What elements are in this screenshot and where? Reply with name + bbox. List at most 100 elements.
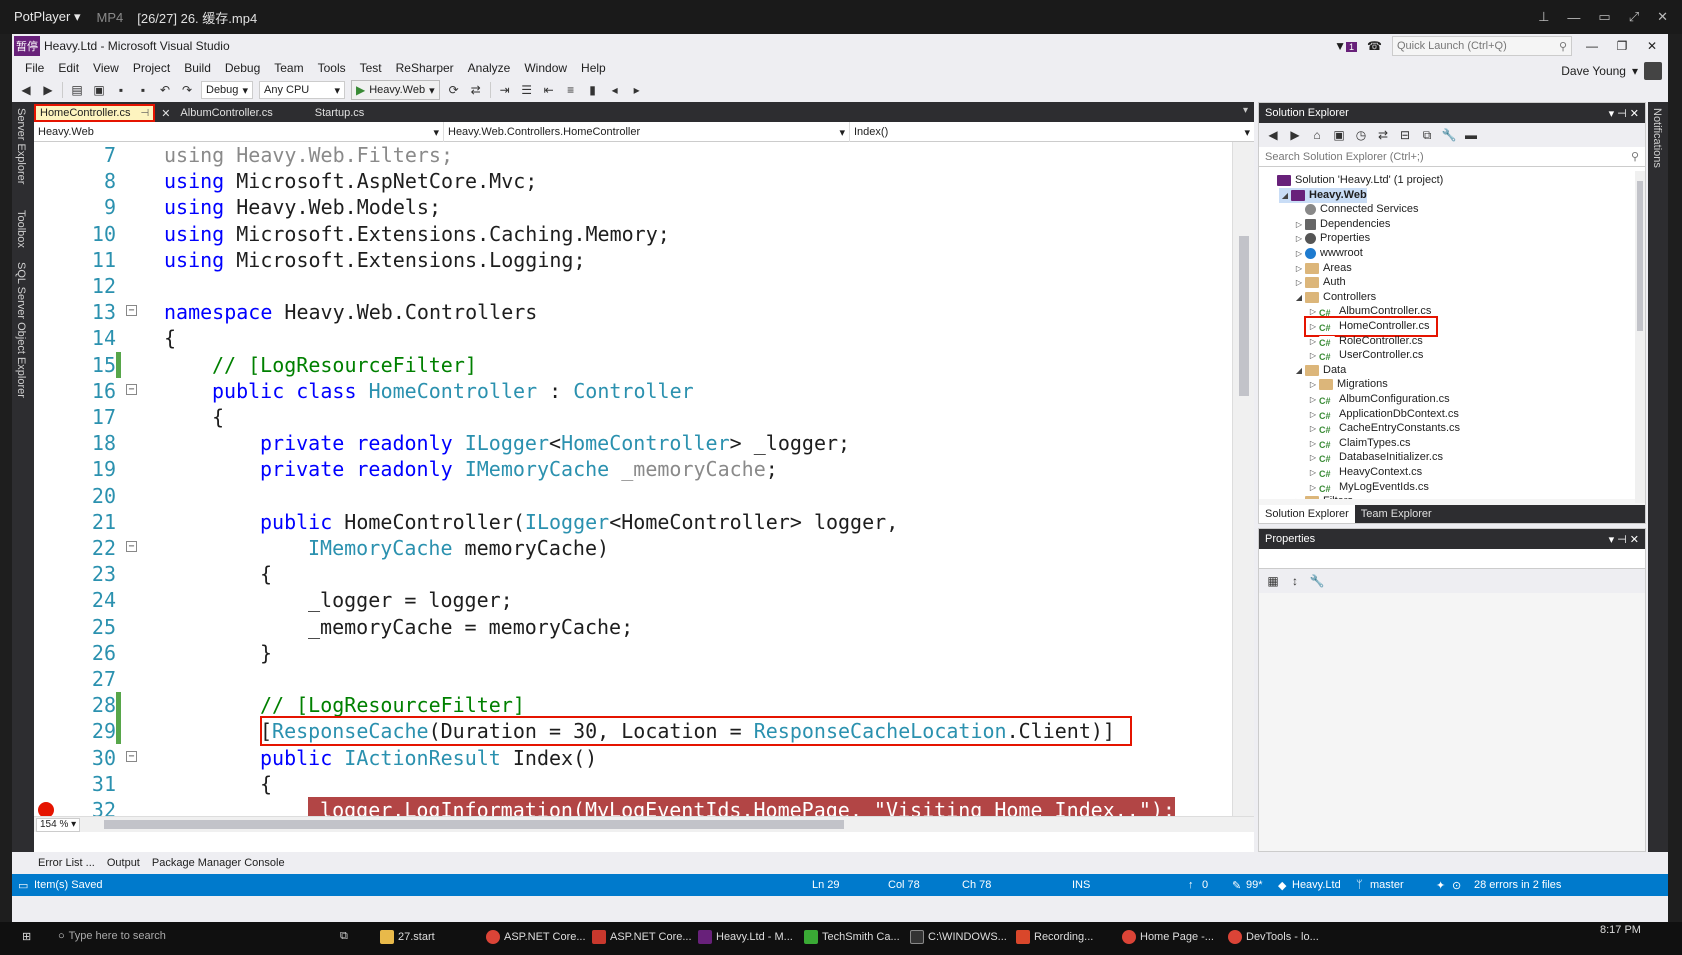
status-repo[interactable]: Heavy.Ltd xyxy=(1292,879,1341,891)
tree-item[interactable]: ▷ C# ClaimTypes.cs xyxy=(1307,436,1411,451)
tree-item[interactable]: ▷ wwwroot xyxy=(1293,246,1363,261)
type-select[interactable]: Heavy.Web.Controllers.HomeController ▾ xyxy=(444,122,850,142)
tree-item[interactable]: ▷ C# CacheEntryConstants.cs xyxy=(1307,421,1460,436)
bookmark-icon[interactable]: ▮ xyxy=(585,82,601,98)
tab-error-list[interactable]: Error List ... xyxy=(38,857,95,869)
bookmark-prev-icon[interactable]: ◂ xyxy=(607,82,623,98)
solution-explorer-search[interactable]: Search Solution Explorer (Ctrl+;) ⚲ xyxy=(1259,147,1645,167)
tree-item[interactable]: ▷ C# UserController.cs xyxy=(1307,348,1423,363)
pin-icon[interactable]: ⊣ xyxy=(140,108,149,119)
switch-views-icon[interactable]: ▣ xyxy=(1331,127,1347,143)
tree-item[interactable]: ▷ C# HomeController.cs xyxy=(1303,316,1439,337)
property-pages-icon[interactable]: 🔧 xyxy=(1309,573,1325,589)
tree-item[interactable]: ▷ Properties xyxy=(1293,231,1370,246)
collapsed-arrow-icon[interactable]: ▷ xyxy=(1307,377,1319,392)
sync-icon[interactable]: ⇄ xyxy=(1375,127,1391,143)
vertical-scrollbar[interactable] xyxy=(1232,142,1254,816)
taskbar-app-chrome-2[interactable]: Home Page -... xyxy=(1122,930,1214,944)
tree-item[interactable]: ▷ C# DatabaseInitializer.cs xyxy=(1307,450,1443,465)
tab-notifications[interactable]: Notifications xyxy=(1651,108,1663,168)
code-line[interactable]: 24 _logger = logger; xyxy=(34,587,1232,613)
forward-icon[interactable]: ▶ xyxy=(1287,127,1303,143)
taskbar-app-devtools[interactable]: DevTools - lo... xyxy=(1228,930,1319,944)
collapse-all-icon[interactable]: ⊟ xyxy=(1397,127,1413,143)
taskbar-app-recording[interactable]: Recording... xyxy=(1016,930,1093,944)
save-all-icon[interactable]: ▪ xyxy=(135,82,151,98)
close-icon[interactable]: ✕ xyxy=(1642,39,1662,53)
task-view-icon[interactable]: ⧉ xyxy=(340,930,348,943)
collapsed-arrow-icon[interactable]: ▷ xyxy=(1293,231,1305,246)
code-line[interactable]: 32 _logger.LogInformation(MyLogEventIds.H… xyxy=(34,797,1232,816)
tree-item[interactable]: ▷ C# HeavyContext.cs xyxy=(1307,465,1422,480)
taskbar-app-camtasia[interactable]: TechSmith Ca... xyxy=(804,930,900,944)
tree-item[interactable]: ▷ Filters xyxy=(1293,494,1353,499)
quick-launch-input[interactable]: Quick Launch (Ctrl+Q) ⚲ xyxy=(1392,36,1572,56)
scrollbar-thumb[interactable] xyxy=(104,820,844,829)
vertical-scrollbar[interactable] xyxy=(1635,171,1645,503)
code-line[interactable]: 9 using Heavy.Web.Models; xyxy=(34,194,1232,220)
code-line[interactable]: 16− public class HomeController : Control… xyxy=(34,378,1232,404)
pencil-icon[interactable]: ✎ xyxy=(1232,879,1241,892)
tab-server-explorer[interactable]: Server Explorer xyxy=(15,108,27,184)
tab-output[interactable]: Output xyxy=(107,857,140,869)
code-line[interactable]: 28 // [LogResourceFilter] xyxy=(34,692,1232,719)
collapsed-arrow-icon[interactable]: ▷ xyxy=(1293,246,1305,261)
refresh-icon[interactable]: ⟳ xyxy=(446,82,462,98)
close-icon[interactable]: ✕ xyxy=(1657,9,1668,25)
taskbar-app-chrome-1[interactable]: ASP.NET Core... xyxy=(486,930,586,944)
member-select[interactable]: Index() ▾ xyxy=(850,122,1254,142)
code-line[interactable]: 30− public IActionResult Index() xyxy=(34,745,1232,771)
collapsed-arrow-icon[interactable]: ▷ xyxy=(1293,261,1305,276)
code-text-area[interactable]: 7 using Heavy.Web.Filters; 8 using Microsof… xyxy=(34,142,1232,816)
menu-project[interactable]: Project xyxy=(126,61,177,75)
undo-icon[interactable]: ↶ xyxy=(157,82,173,98)
preview-icon[interactable]: ▬ xyxy=(1463,127,1479,143)
categorized-icon[interactable]: ▦ xyxy=(1265,573,1281,589)
collapsed-arrow-icon[interactable]: ▷ xyxy=(1307,407,1319,422)
tree-item[interactable]: ◢ Data xyxy=(1293,363,1346,378)
taskbar-app-pdf[interactable]: ASP.NET Core... xyxy=(592,930,692,944)
collapsed-arrow-icon[interactable]: ▷ xyxy=(1307,348,1319,363)
code-line[interactable]: 31 { xyxy=(34,771,1232,797)
alphabetical-icon[interactable]: ↕ xyxy=(1287,573,1303,589)
status-branch[interactable]: master xyxy=(1370,879,1404,891)
tree-item[interactable]: Connected Services xyxy=(1293,202,1418,217)
tree-item[interactable]: ◢ Heavy.Web xyxy=(1279,187,1367,203)
collapse-icon[interactable]: − xyxy=(126,383,137,395)
solution-config-select[interactable]: Debug ▾ xyxy=(201,81,253,99)
collapsed-arrow-icon[interactable]: ▷ xyxy=(1293,275,1305,290)
menu-test[interactable]: Test xyxy=(353,61,389,75)
code-line[interactable]: 10 using Microsoft.Extensions.Caching.Mem… xyxy=(34,221,1232,247)
expanded-arrow-icon[interactable]: ◢ xyxy=(1293,363,1305,378)
scrollbar-thumb[interactable] xyxy=(1637,181,1643,331)
tab-startup[interactable]: Startup.cs xyxy=(309,104,371,122)
tab-albumcontroller[interactable]: ✕ AlbumController.cs xyxy=(155,104,279,122)
status-errors[interactable]: 28 errors in 2 files xyxy=(1474,879,1561,891)
push-icon[interactable]: ↑ xyxy=(1188,879,1194,891)
restore-icon[interactable]: ▭ xyxy=(1598,9,1610,25)
collapse-icon[interactable]: − xyxy=(126,541,137,552)
step-icon[interactable]: ⇥ xyxy=(497,82,513,98)
code-line[interactable]: 15 // [LogResourceFilter] xyxy=(34,351,1232,378)
browser-link-icon[interactable]: ⇄ xyxy=(468,82,484,98)
taskbar-app-explorer[interactable]: 27.start xyxy=(380,930,435,944)
collapsed-arrow-icon[interactable]: ▷ xyxy=(1307,450,1319,465)
collapse-icon[interactable]: − xyxy=(126,750,137,762)
collapsed-arrow-icon[interactable]: ▷ xyxy=(1307,392,1319,407)
lightbulb-icon[interactable]: ✦ xyxy=(1436,879,1445,892)
code-line[interactable]: 17 { xyxy=(34,404,1232,430)
tree-item[interactable]: ▷ C# AlbumController.cs xyxy=(1307,304,1431,319)
panel-controls[interactable]: ▾ ⊣ ✕ xyxy=(1609,533,1639,546)
tree-item[interactable]: ▷ C# ApplicationDbContext.cs xyxy=(1307,407,1459,422)
code-line[interactable]: 13− namespace Heavy.Web.Controllers xyxy=(34,299,1232,325)
tab-solution-explorer[interactable]: Solution Explorer xyxy=(1259,505,1355,523)
code-line[interactable]: 25 _memoryCache = memoryCache; xyxy=(34,614,1232,640)
tab-package-manager-console[interactable]: Package Manager Console xyxy=(152,857,285,869)
format-icon[interactable]: ☰ xyxy=(519,82,535,98)
expanded-arrow-icon[interactable]: ◢ xyxy=(1279,188,1291,203)
minimize-icon[interactable]: — xyxy=(1582,39,1602,53)
minimize-icon[interactable]: — xyxy=(1567,10,1580,25)
code-line[interactable]: 12 xyxy=(34,273,1232,299)
collapsed-arrow-icon[interactable]: ▷ xyxy=(1307,480,1319,495)
bookmark-next-icon[interactable]: ▸ xyxy=(629,82,645,98)
